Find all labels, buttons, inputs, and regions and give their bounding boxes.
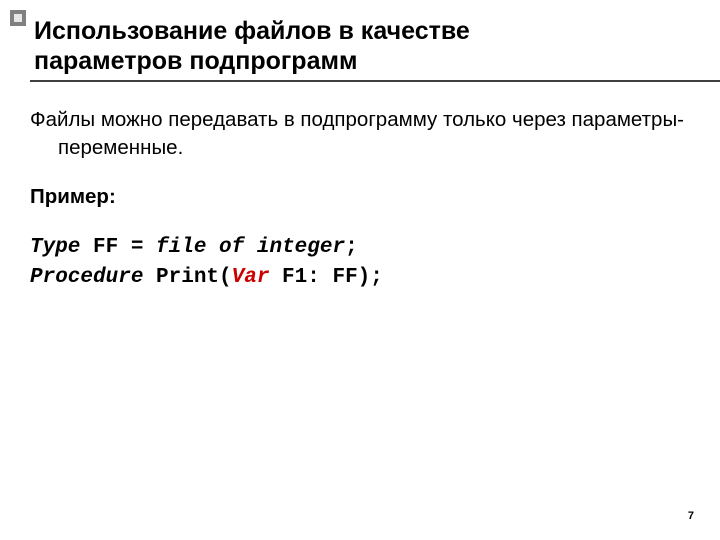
keyword-type: Type <box>30 236 80 259</box>
slide-title: Использование файлов в качестве параметр… <box>34 16 690 76</box>
title-underline <box>30 80 720 82</box>
code-text: F1: FF); <box>269 266 382 289</box>
code-text: ; <box>345 236 358 259</box>
code-text: FF = <box>80 236 156 259</box>
title-line-1: Использование файлов в качестве <box>34 17 470 45</box>
page-number: 7 <box>688 510 694 522</box>
keyword-var: Var <box>232 266 270 289</box>
title-bullet-icon <box>10 10 26 26</box>
slide-body: Файлы можно передавать в подпрограмму то… <box>30 106 690 294</box>
example-label: Пример: <box>30 183 690 211</box>
code-block: Type FF = file of integer; Procedure Pri… <box>30 233 690 294</box>
keyword-file-of-integer: file of integer <box>156 236 345 259</box>
title-line-2: параметров подпрограмм <box>34 47 357 75</box>
intro-paragraph: Файлы можно передавать в подпрограмму то… <box>30 106 690 161</box>
keyword-procedure: Procedure <box>30 266 143 289</box>
code-text: Print( <box>143 266 231 289</box>
code-line-1: Type FF = file of integer; <box>30 233 690 263</box>
slide: Использование файлов в качестве параметр… <box>0 0 720 540</box>
code-line-2: Procedure Print(Var F1: FF); <box>30 263 690 293</box>
